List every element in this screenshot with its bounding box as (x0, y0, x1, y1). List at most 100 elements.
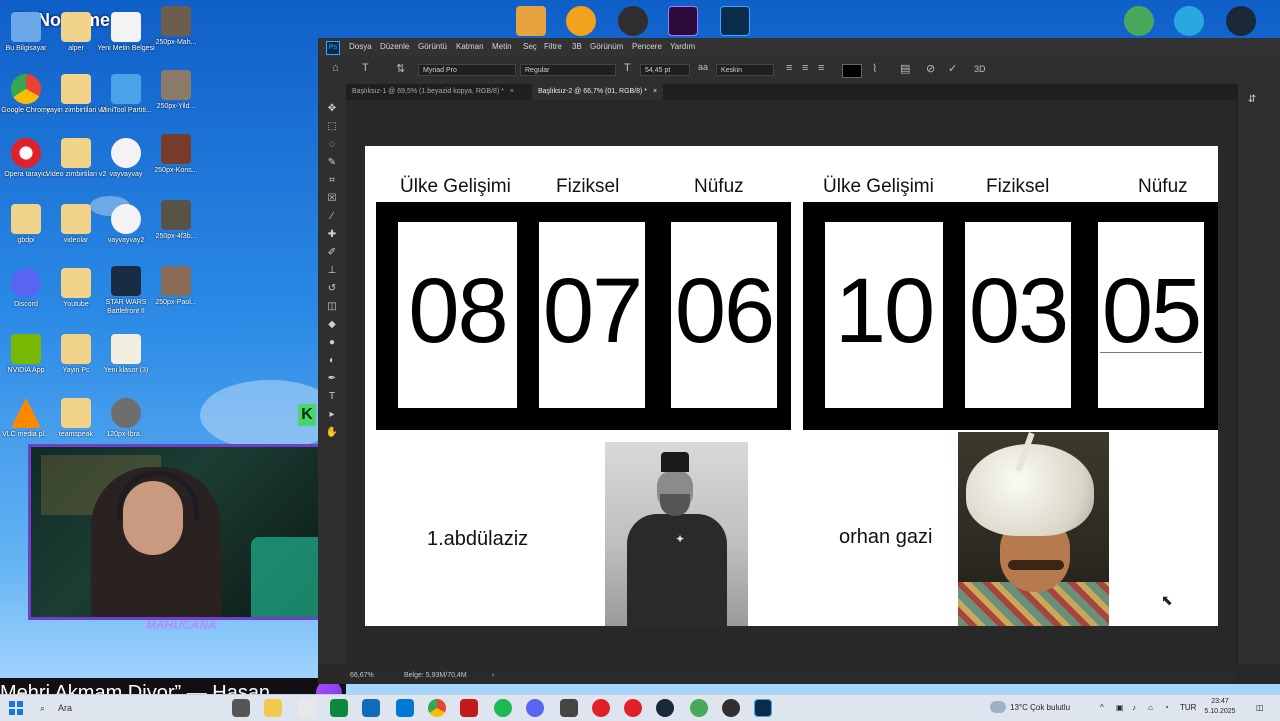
lasso-tool-icon[interactable]: ◌ (325, 138, 339, 152)
stat-card-active[interactable]: 05 (1098, 222, 1204, 408)
warp-text-icon[interactable]: ⌇ (872, 62, 877, 75)
task-view-icon[interactable] (232, 699, 250, 717)
opera-gx-icon[interactable] (592, 699, 610, 717)
photoshop-icon[interactable] (720, 6, 750, 36)
notepad-icon[interactable] (298, 699, 316, 717)
path-select-icon[interactable]: ▸ (325, 408, 339, 422)
stamp-tool-icon[interactable]: ⊥ (325, 264, 339, 278)
desktop-icon-image[interactable]: 120px-Ibra... (94, 398, 158, 439)
blur-tool-icon[interactable]: ● (325, 336, 339, 350)
font-size-input[interactable]: 54,45 pt (640, 64, 690, 76)
tab-document-2[interactable]: Başlıksız-2 @ 66,7% (01, RGB/8) * × (532, 84, 664, 100)
chevron-up-icon[interactable]: ^ (1100, 695, 1104, 721)
clock[interactable]: 23:47 5.10.2025 (1200, 697, 1240, 717)
vpn-icon[interactable] (1174, 6, 1204, 36)
desktop-icon-new-folder[interactable]: Yeni klasor (3) (94, 334, 158, 375)
opera-icon[interactable] (624, 699, 642, 717)
cancel-icon[interactable]: ⊘ (926, 62, 935, 75)
menu-view[interactable]: Görünüm (590, 42, 623, 51)
menu-filter[interactable]: Filtre (544, 42, 562, 51)
obs-icon[interactable] (618, 6, 648, 36)
healing-brush-icon[interactable]: ✚ (325, 228, 339, 242)
globe-app-icon[interactable] (1124, 6, 1154, 36)
discord-icon[interactable] (526, 699, 544, 717)
network-icon[interactable]: ⌂ (1148, 695, 1153, 721)
fruit-app-icon[interactable] (516, 6, 546, 36)
close-icon[interactable]: × (653, 88, 657, 95)
home-icon[interactable]: ⌂ (332, 62, 339, 74)
quick-select-icon[interactable]: ✎ (325, 156, 339, 170)
language-indicator[interactable]: TUR (1180, 695, 1196, 721)
align-center-icon[interactable]: ≡ (802, 62, 808, 74)
close-icon[interactable]: × (510, 88, 514, 95)
font-family-select[interactable]: Myriad Pro (418, 64, 516, 76)
desktop-icon-image[interactable]: 250px-Paol... (144, 266, 208, 307)
menu-help[interactable]: Yardım (670, 42, 695, 51)
marquee-tool-icon[interactable]: ⬚ (325, 120, 339, 134)
crop-tool-icon[interactable]: ⌗ (325, 174, 339, 188)
zoom-level[interactable]: 66,67% (350, 668, 374, 684)
pen-tool-icon[interactable]: ✒ (325, 372, 339, 386)
panel-toggle-icon[interactable]: ⇵ (1248, 94, 1262, 108)
menu-window[interactable]: Pencere (632, 42, 662, 51)
desktop-icon-image[interactable]: 250px-4f3b... (144, 200, 208, 241)
eraser-icon[interactable]: ◫ (325, 300, 339, 314)
volume-icon[interactable]: ◔ (1164, 695, 1169, 721)
obs-icon[interactable] (722, 699, 740, 717)
outlook-icon[interactable] (396, 699, 414, 717)
move-tool-icon[interactable]: ✥ (325, 102, 339, 116)
text-color-swatch[interactable] (842, 64, 862, 78)
commit-icon[interactable]: ✓ (948, 62, 957, 75)
tab-document-1[interactable]: Başlıksız-1 @ 69,5% (1.beyazid kopya, RG… (346, 84, 520, 100)
history-brush-icon[interactable]: ↺ (325, 282, 339, 296)
status-arrow-icon[interactable]: › (492, 668, 494, 684)
desktop-icon-image[interactable]: 250px-Yild... (144, 70, 208, 111)
microphone-icon[interactable]: ♪ (1132, 695, 1136, 721)
desktop-icon-image[interactable]: 250px-Mah... (144, 6, 208, 47)
type-tool-icon[interactable]: T (325, 390, 339, 404)
folder-app-icon[interactable] (264, 699, 282, 717)
frame-tool-icon[interactable]: ☒ (325, 192, 339, 206)
orientation-icon[interactable]: ⇅ (396, 62, 405, 75)
stats-panel-left: 08 07 06 (376, 202, 791, 430)
notification-icon[interactable]: ◫ (1256, 695, 1264, 721)
menu-image[interactable]: Görüntü (418, 42, 447, 51)
align-left-icon[interactable]: ≡ (786, 62, 792, 74)
taskbar-search[interactable]: ⌕ Ara (34, 699, 220, 717)
photoshop-icon[interactable] (754, 699, 772, 717)
desktop-icon-image[interactable]: 250px-Kons... (144, 134, 208, 175)
stat-value-editing[interactable]: 05 (1098, 256, 1204, 366)
eyedropper-icon[interactable]: ⁄ (325, 210, 339, 224)
menu-edit[interactable]: Düzenle (380, 42, 409, 51)
menu-layer[interactable]: Katman (456, 42, 484, 51)
start-icon[interactable] (8, 700, 24, 716)
document-canvas[interactable]: Ülke Gelişimi Fiziksel Nüfuz Ülke Gelişi… (365, 146, 1218, 626)
steam-icon[interactable] (656, 699, 674, 717)
menu-select[interactable]: Seç (523, 42, 537, 51)
tray-app-icon[interactable]: ▣ (1116, 695, 1124, 721)
panels-icon[interactable]: ▤ (900, 62, 910, 75)
align-right-icon[interactable]: ≡ (818, 62, 824, 74)
menu-3d[interactable]: 3B (572, 42, 582, 51)
type-tool-icon[interactable]: T (362, 62, 369, 74)
antialias-select[interactable]: Keskin (716, 64, 774, 76)
premiere-icon[interactable] (668, 6, 698, 36)
app-icon[interactable] (560, 699, 578, 717)
hand-tool-icon[interactable]: ✋ (325, 426, 339, 440)
menu-type[interactable]: Metin (492, 42, 512, 51)
3d-button[interactable]: 3D (974, 64, 986, 74)
app-icon[interactable] (330, 699, 348, 717)
font-style-select[interactable]: Regular (520, 64, 616, 76)
steam-icon[interactable] (1226, 6, 1256, 36)
chrome-icon[interactable] (428, 699, 446, 717)
brush-tool-icon[interactable]: ✐ (325, 246, 339, 260)
news-app-icon[interactable] (460, 699, 478, 717)
paint-bucket-icon[interactable]: ◆ (325, 318, 339, 332)
weather-text[interactable]: 13°C Çok bulutlu (1010, 695, 1070, 721)
globe-app-icon[interactable] (690, 699, 708, 717)
store-icon[interactable] (362, 699, 380, 717)
dodge-tool-icon[interactable]: ◐ (325, 354, 339, 368)
menu-file[interactable]: Dosya (349, 42, 372, 51)
spotify-icon[interactable] (494, 699, 512, 717)
audio-app-icon[interactable] (566, 6, 596, 36)
